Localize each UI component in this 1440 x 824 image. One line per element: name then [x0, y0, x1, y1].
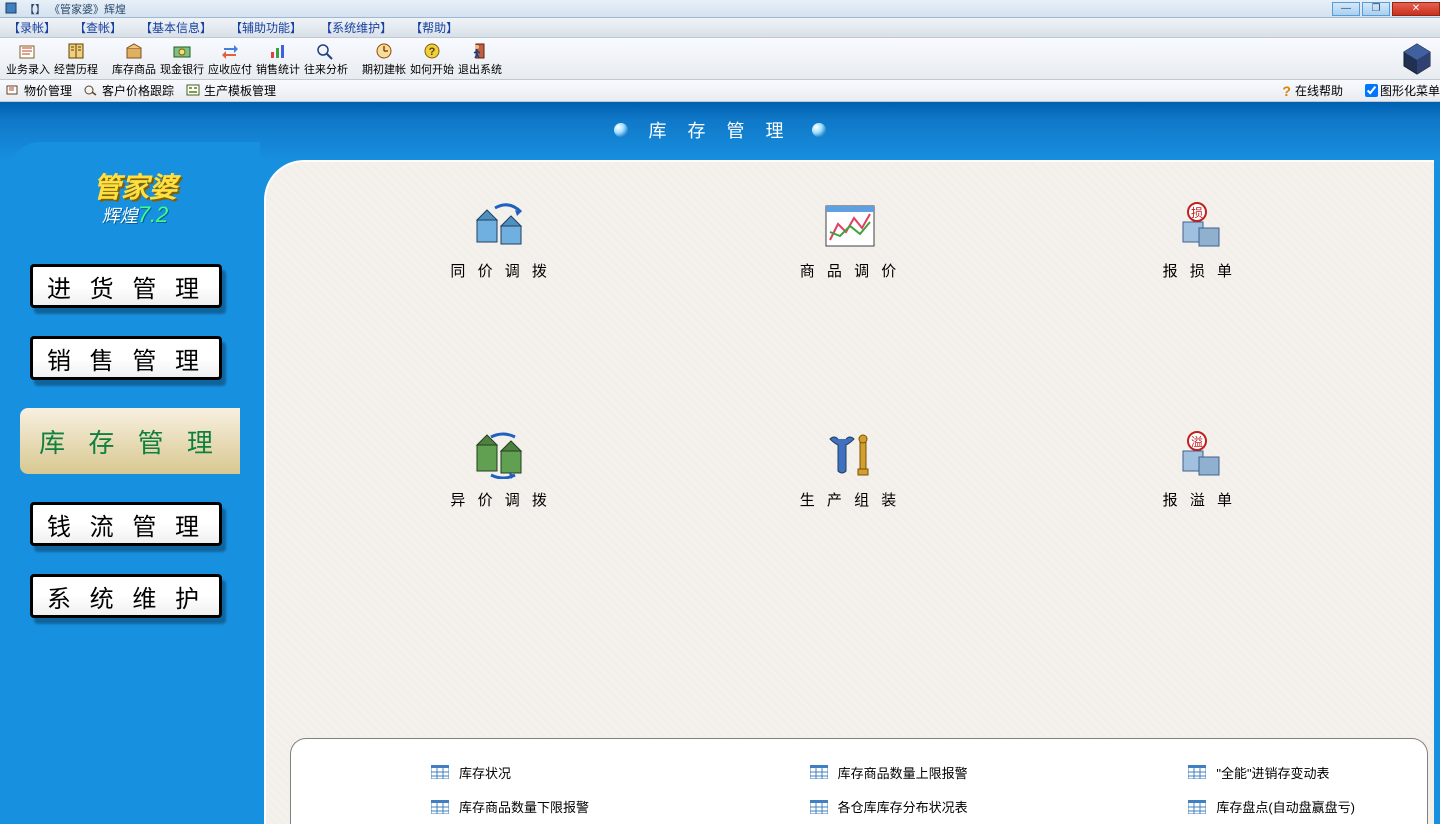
minimize-button[interactable]: — — [1332, 2, 1360, 16]
function-grid: 同 价 调 拨 商 品 调 价 损 报 损 单 异 价 — [326, 202, 1374, 510]
func-product-reprice[interactable]: 商 品 调 价 — [800, 202, 901, 281]
tool-cash-bank[interactable]: 现金银行 — [158, 41, 206, 77]
func-production-assembly[interactable]: 生 产 组 装 — [800, 431, 901, 510]
window-controls: — ❐ ✕ — [1330, 2, 1440, 16]
title-bar: 【】 《管家婆》辉煌 — ❐ ✕ — [0, 0, 1440, 18]
link-upper-limit-alarm[interactable]: 库存商品数量上限报警 — [670, 755, 1049, 790]
main-area: 库 存 管 理 管家婆 辉煌7.2 进 货 管 理 销 售 管 理 库 存 管 … — [0, 102, 1440, 824]
func-overflow-report[interactable]: 溢 报 溢 单 — [1163, 431, 1236, 510]
menu-assist[interactable]: 【辅助功能】 — [230, 19, 302, 36]
table-icon — [1188, 800, 1206, 814]
sidebar: 管家婆 辉煌7.2 进 货 管 理 销 售 管 理 库 存 管 理 钱 流 管 … — [0, 102, 260, 824]
table-icon — [431, 765, 449, 779]
link-lower-limit-alarm[interactable]: 库存商品数量下限报警 — [291, 790, 670, 824]
tool-inventory[interactable]: 库存商品 — [110, 41, 158, 77]
app-icon — [4, 1, 20, 17]
clock-icon — [372, 41, 396, 61]
menu-bar: 【录帐】 【查帐】 【基本信息】 【辅助功能】 【系统维护】 【帮助】 — [0, 18, 1440, 38]
graphical-menu-checkbox[interactable]: 图形化菜单 — [1365, 82, 1440, 99]
warehouse-transfer-icon — [471, 202, 531, 250]
book-icon — [64, 41, 88, 61]
page-title: 库 存 管 理 — [648, 117, 791, 143]
tool-initial-account[interactable]: 期初建帐 — [360, 41, 408, 77]
svg-text:?: ? — [429, 46, 436, 58]
separator — [102, 44, 108, 74]
maximize-button[interactable]: ❐ — [1362, 2, 1390, 16]
separator — [352, 44, 358, 74]
tool-price-management[interactable]: 物价管理 — [6, 82, 72, 99]
tool-production-template[interactable]: 生产模板管理 — [186, 82, 276, 99]
menu-record[interactable]: 【录帐】 — [8, 19, 56, 36]
damage-icon: 损 — [1169, 202, 1229, 250]
secondary-toolbar: 物价管理 客户价格跟踪 生产模板管理 ? 在线帮助 图形化菜单 — [0, 80, 1440, 102]
link-inventory-count[interactable]: 库存盘点(自动盘赢盘亏) — [1048, 790, 1427, 824]
tool-receivable-payable[interactable]: 应收应付 — [206, 41, 254, 77]
track-icon — [84, 84, 100, 98]
svg-text:损: 损 — [1191, 206, 1203, 220]
table-icon — [431, 800, 449, 814]
nav-sales-management[interactable]: 销 售 管 理 — [30, 336, 222, 380]
link-inventory-status[interactable]: 库存状况 — [291, 755, 670, 790]
nav-cash-flow-management[interactable]: 钱 流 管 理 — [30, 502, 222, 546]
content-panel: 同 价 调 拨 商 品 调 价 损 报 损 单 异 价 — [264, 160, 1434, 824]
price-tag-icon — [6, 84, 22, 98]
app-title: 【】 《管家婆》辉煌 — [24, 1, 126, 17]
link-inbound-outbound-report[interactable]: "全能"进销存变动表 — [1048, 755, 1427, 790]
tool-sales-stats[interactable]: 销售统计 — [254, 41, 302, 77]
close-button[interactable]: ✕ — [1392, 2, 1440, 16]
question-icon: ? — [420, 41, 444, 61]
price-chart-icon — [820, 202, 880, 250]
svg-text:溢: 溢 — [1191, 435, 1203, 449]
template-icon — [186, 84, 202, 98]
overflow-icon: 溢 — [1169, 431, 1229, 479]
link-warehouse-distribution[interactable]: 各仓库库存分布状况表 — [670, 790, 1049, 824]
table-icon — [810, 800, 828, 814]
exchange-icon — [218, 41, 242, 61]
menu-basic-info[interactable]: 【基本信息】 — [140, 19, 212, 36]
tool-exit[interactable]: 退出系统 — [456, 41, 504, 77]
nav-inventory-management[interactable]: 库 存 管 理 — [20, 408, 240, 474]
money-icon — [170, 41, 194, 61]
decorative-orb-icon — [812, 123, 826, 137]
box-icon — [122, 41, 146, 61]
table-icon — [810, 765, 828, 779]
tool-history[interactable]: 经营历程 — [52, 41, 100, 77]
question-mark-icon: ? — [1282, 83, 1291, 99]
main-toolbar: 业务录入 经营历程 库存商品 现金银行 应收应付 销售统计 往来分析 期初建帐 … — [0, 38, 1440, 80]
edit-icon — [16, 41, 40, 61]
tools-icon — [820, 431, 880, 479]
tool-online-help[interactable]: ? 在线帮助 — [1282, 82, 1343, 99]
decorative-orb-icon — [614, 123, 628, 137]
warehouse-transfer2-icon — [471, 431, 531, 479]
menu-help[interactable]: 【帮助】 — [410, 19, 458, 36]
bottom-links-panel: 库存状况 库存商品数量上限报警 "全能"进销存变动表 库存商品数量下限报警 各仓… — [290, 738, 1428, 824]
func-damage-report[interactable]: 损 报 损 单 — [1163, 202, 1236, 281]
menu-query[interactable]: 【查帐】 — [74, 19, 122, 36]
tool-business-entry[interactable]: 业务录入 — [4, 41, 52, 77]
table-icon — [1188, 765, 1206, 779]
func-diff-price-transfer[interactable]: 异 价 调 拨 — [450, 431, 551, 510]
analysis-icon — [314, 41, 338, 61]
tool-how-to-start[interactable]: ? 如何开始 — [408, 41, 456, 77]
exit-icon — [468, 41, 492, 61]
nav-purchase-management[interactable]: 进 货 管 理 — [30, 264, 222, 308]
func-same-price-transfer[interactable]: 同 价 调 拨 — [450, 202, 551, 281]
tool-contacts-analysis[interactable]: 往来分析 — [302, 41, 350, 77]
app-logo-cube-icon — [1400, 42, 1434, 76]
tool-customer-price-track[interactable]: 客户价格跟踪 — [84, 82, 174, 99]
app-logo: 管家婆 辉煌7.2 — [10, 142, 260, 252]
nav-system-maintenance[interactable]: 系 统 维 护 — [30, 574, 222, 618]
menu-system[interactable]: 【系统维护】 — [320, 19, 392, 36]
chart-icon — [266, 41, 290, 61]
